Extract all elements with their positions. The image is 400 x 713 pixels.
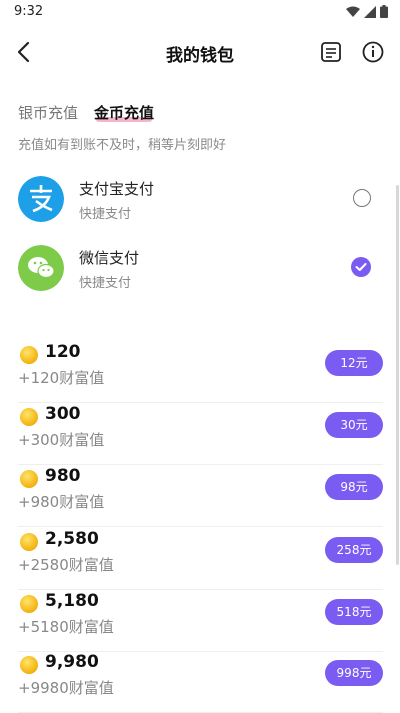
wealth-bonus: +120财富值: [18, 369, 105, 387]
radio-unchecked[interactable]: [353, 189, 371, 207]
gold-coin-icon: [20, 408, 38, 426]
gold-coin-icon: [20, 595, 38, 613]
alipay-icon: [18, 176, 64, 222]
wealth-bonus: +2580财富值: [18, 556, 114, 574]
tab-label: 金币充值: [94, 104, 155, 122]
payment-subtitle: 快捷支付: [79, 276, 132, 291]
battery-icon: [380, 5, 388, 18]
payment-option-wechat[interactable]: 微信支付 快捷支付: [18, 245, 383, 295]
wifi-icon: [346, 6, 360, 17]
recharge-notice: 充值如有到账不及时，稍等片刻即好: [18, 138, 227, 153]
wealth-bonus: +300财富值: [18, 431, 105, 449]
coin-amount: 9,980: [45, 652, 99, 672]
tab-label: 银币充值: [18, 104, 79, 122]
price-button[interactable]: 12元: [325, 350, 383, 376]
status-bar: 9:32: [0, 0, 400, 24]
package-row[interactable]: 9,980 +9980财富值 998元: [18, 650, 383, 713]
tab-silver-recharge[interactable]: 银币充值: [18, 102, 78, 123]
signal-icon: [364, 5, 376, 18]
price-button[interactable]: 518元: [325, 599, 383, 625]
radio-checked[interactable]: [351, 257, 371, 277]
package-row[interactable]: 5,180 +5180财富值 518元: [18, 589, 383, 652]
wechat-icon: [18, 245, 64, 291]
payment-subtitle: 快捷支付: [79, 207, 132, 222]
package-row[interactable]: 2,580 +2580财富值 258元: [18, 527, 383, 590]
wealth-bonus: +980财富值: [18, 493, 105, 511]
gold-coin-icon: [20, 470, 38, 488]
package-row[interactable]: 300 +300财富值 30元: [18, 402, 383, 465]
wealth-bonus: +9980财富值: [18, 679, 114, 697]
package-row[interactable]: 980 +980财富值 98元: [18, 464, 383, 527]
coin-amount: 120: [45, 342, 81, 362]
payment-name: 支付宝支付: [79, 180, 155, 198]
records-icon[interactable]: [318, 39, 344, 65]
info-icon[interactable]: [360, 39, 386, 65]
recharge-tabs: 银币充值 金币充值: [18, 102, 154, 123]
price-button[interactable]: 998元: [325, 660, 383, 686]
tab-gold-recharge[interactable]: 金币充值: [94, 102, 154, 123]
nav-bar: 我的钱包: [0, 24, 400, 80]
wealth-bonus: +5180财富值: [18, 618, 114, 636]
payment-option-alipay[interactable]: 支付宝支付 快捷支付: [18, 176, 383, 226]
check-icon: [355, 263, 367, 271]
gold-coin-icon: [20, 533, 38, 551]
coin-amount: 2,580: [45, 529, 99, 549]
coin-amount: 980: [45, 466, 81, 486]
price-button[interactable]: 30元: [325, 412, 383, 438]
coin-amount: 300: [45, 404, 81, 424]
price-button[interactable]: 98元: [325, 474, 383, 500]
gold-coin-icon: [20, 346, 38, 364]
payment-name: 微信支付: [79, 249, 140, 267]
status-time: 9:32: [14, 4, 44, 19]
gold-coin-icon: [20, 656, 38, 674]
price-button[interactable]: 258元: [325, 537, 383, 563]
package-row[interactable]: 120 +120财富值 12元: [18, 340, 383, 403]
scrollbar[interactable]: [396, 185, 399, 565]
status-icons: [346, 5, 388, 18]
coin-amount: 5,180: [45, 591, 99, 611]
